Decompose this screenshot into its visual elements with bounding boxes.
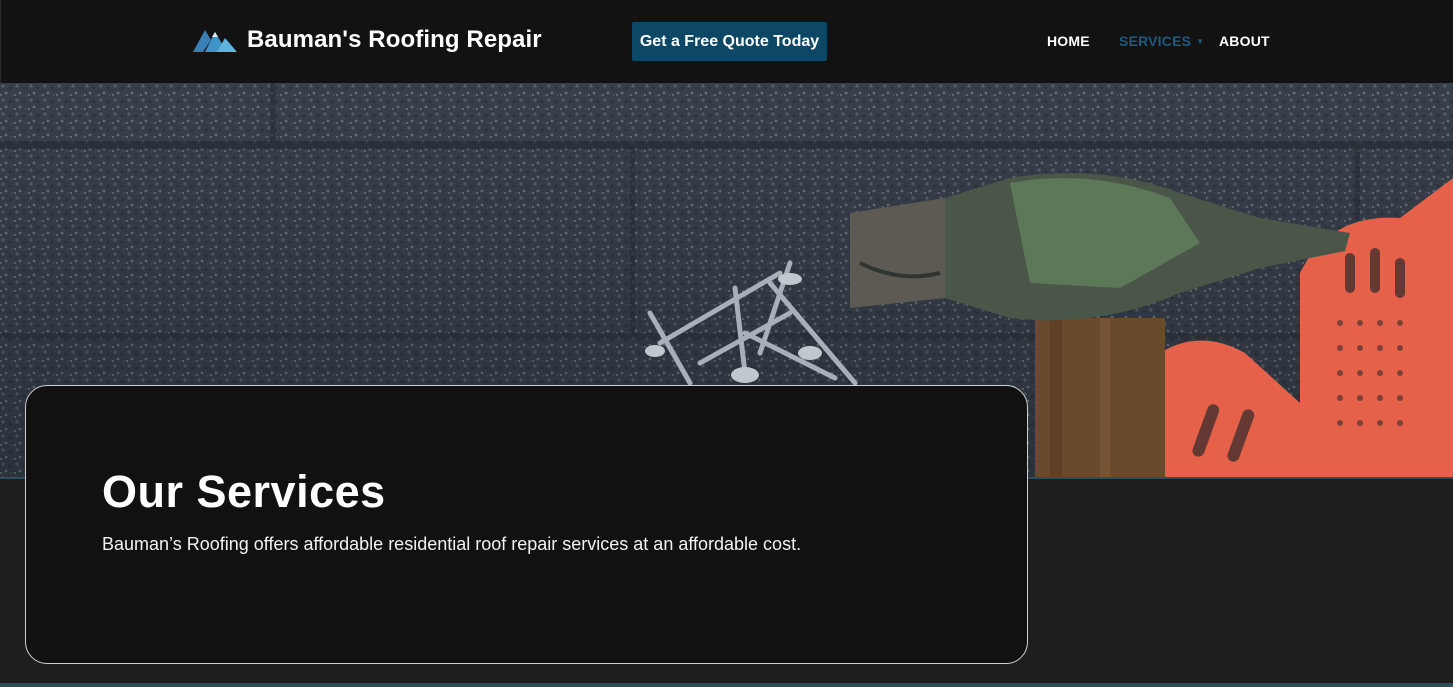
nav-item-services[interactable]: SERVICES ▼ (1119, 33, 1204, 49)
nav-item-about[interactable]: ABOUT (1219, 33, 1270, 49)
services-intro-card: Our Services Bauman’s Roofing offers aff… (25, 385, 1028, 664)
nav-item-services-label: SERVICES (1119, 33, 1192, 49)
page-title: Our Services (102, 466, 386, 517)
nav-item-home[interactable]: HOME (1047, 33, 1090, 49)
mountain-logo-icon[interactable] (191, 26, 239, 54)
page-description: Bauman’s Roofing offers affordable resid… (102, 534, 802, 554)
free-quote-button[interactable]: Get a Free Quote Today (632, 22, 827, 61)
section-divider (0, 683, 1453, 687)
site-brand[interactable]: Bauman's Roofing Repair (247, 26, 542, 54)
chevron-down-icon[interactable]: ▼ (1196, 37, 1204, 46)
site-header: Bauman's Roofing Repair Get a Free Quote… (0, 0, 1453, 83)
